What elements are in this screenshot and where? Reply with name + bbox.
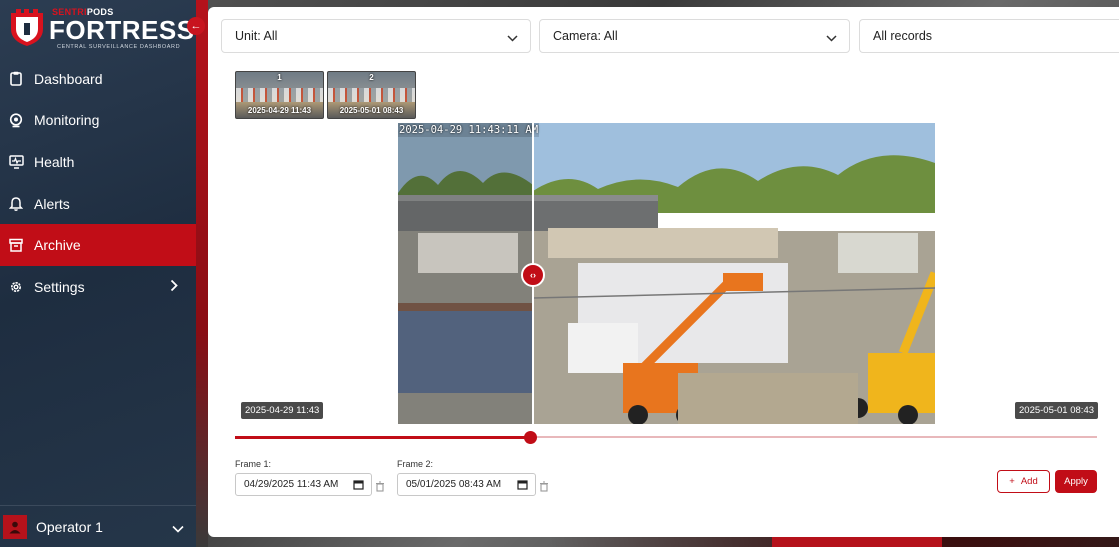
sidebar-nav: Dashboard Monitoring Health Alerts Archi…: [0, 58, 196, 308]
thumbnail-number: 2: [369, 73, 374, 82]
camera-frame-image: [398, 123, 935, 424]
sidebar-item-monitoring[interactable]: Monitoring: [0, 100, 196, 142]
calendar-icon[interactable]: [517, 479, 528, 493]
chevron-down-icon: [172, 520, 184, 538]
right-frame-label: 2025-05-01 08:43: [1015, 402, 1099, 419]
chevron-down-icon: [826, 31, 837, 45]
timeline-slider-fill: [235, 435, 531, 439]
image-compare-viewer[interactable]: 2025-04-29 11:43:11 AM ‹›: [398, 123, 935, 424]
sidebar-item-health[interactable]: Health: [0, 141, 196, 183]
sidebar-item-alerts[interactable]: Alerts: [0, 183, 196, 225]
frame1-datetime-input[interactable]: 04/29/2025 11:43 AM: [235, 473, 372, 496]
records-select-value: All records: [873, 29, 933, 43]
compare-handle[interactable]: ‹›: [521, 263, 545, 287]
user-icon: [3, 514, 27, 539]
shield-logo-icon: [11, 9, 43, 46]
frame1-trash-icon[interactable]: [375, 479, 385, 497]
thumbnail-image: [236, 88, 323, 102]
sidebar-item-label: Alerts: [34, 195, 70, 212]
timeline-slider-thumb[interactable]: [524, 431, 538, 444]
apply-button-label: Apply: [1064, 476, 1088, 487]
sidebar-item-dashboard[interactable]: Dashboard: [0, 58, 196, 100]
sidebar-item-archive[interactable]: Archive: [0, 224, 196, 266]
frame-timestamp-overlay: 2025-04-29 11:43:11 AM: [398, 123, 540, 137]
unit-select-value: Unit: All: [235, 29, 278, 43]
clipboard-icon: [8, 71, 24, 87]
frame2-datetime-input[interactable]: 05/01/2025 08:43 AM: [397, 473, 536, 496]
sidebar-item-label: Dashboard: [34, 70, 103, 87]
sidebar-accent-edge: [196, 0, 208, 547]
thumbnail-image: [328, 88, 415, 102]
sidebar-item-label: Settings: [34, 278, 85, 295]
chevron-down-icon: [507, 31, 518, 45]
plus-icon: +: [1009, 476, 1015, 487]
sidebar-item-settings[interactable]: Settings: [0, 266, 196, 308]
frame2-datetime-value: 05/01/2025 08:43 AM: [406, 479, 502, 490]
frame1-label: Frame 1:: [235, 459, 272, 469]
thumbnail-number: 1: [277, 73, 282, 82]
sidebar-item-label: Archive: [34, 237, 81, 254]
sidebar-item-label: Monitoring: [34, 112, 100, 129]
apply-button[interactable]: Apply: [1055, 470, 1097, 493]
frame1-datetime-value: 04/29/2025 11:43 AM: [244, 479, 339, 490]
left-frame-label: 2025-04-29 11:43: [241, 402, 324, 419]
frame2-trash-icon[interactable]: [539, 479, 549, 497]
decorative-strip: [772, 537, 942, 547]
sidebar-item-label: Health: [34, 153, 75, 170]
user-name: Operator 1: [36, 518, 103, 535]
chevron-right-icon: [170, 279, 178, 295]
records-select[interactable]: All records: [859, 19, 1119, 53]
thumbnail-date: 2025-05-01 08:43: [339, 106, 404, 115]
camera-select-value: Camera: All: [553, 29, 618, 43]
archive-panel: Unit: All Camera: All All records 1 2025…: [208, 7, 1119, 537]
archive-box-icon: [8, 237, 24, 253]
arrows-horizontal-icon: ‹›: [530, 270, 536, 280]
gear-icon: [8, 279, 24, 295]
brand-subtitle: CENTRAL SURVEILLANCE DASHBOARD: [57, 44, 181, 50]
brand-name: FORTRESS: [49, 15, 195, 45]
thumbnail-date: 2025-04-29 11:43: [247, 106, 312, 115]
camera-lens-icon: [8, 112, 24, 128]
sidebar: SENTRIPODS FORTRESS CENTRAL SURVEILLANCE…: [0, 0, 196, 547]
monitor-pulse-icon: [8, 154, 24, 170]
camera-select[interactable]: Camera: All: [539, 19, 850, 53]
arrow-left-icon[interactable]: ←: [187, 17, 205, 35]
brand-logo: SENTRIPODS FORTRESS CENTRAL SURVEILLANCE…: [8, 5, 194, 50]
add-button-label: Add: [1020, 476, 1038, 487]
thumbnail-frame-2[interactable]: 2 2025-05-01 08:43: [327, 71, 416, 119]
thumbnail-frame-1[interactable]: 1 2025-04-29 11:43: [235, 71, 324, 119]
add-button[interactable]: + Add: [997, 470, 1050, 493]
frame2-label: Frame 2:: [397, 459, 434, 469]
unit-select[interactable]: Unit: All: [221, 19, 531, 53]
bell-icon: [8, 196, 24, 212]
user-menu[interactable]: Operator 1: [0, 505, 196, 547]
calendar-icon[interactable]: [353, 479, 364, 493]
